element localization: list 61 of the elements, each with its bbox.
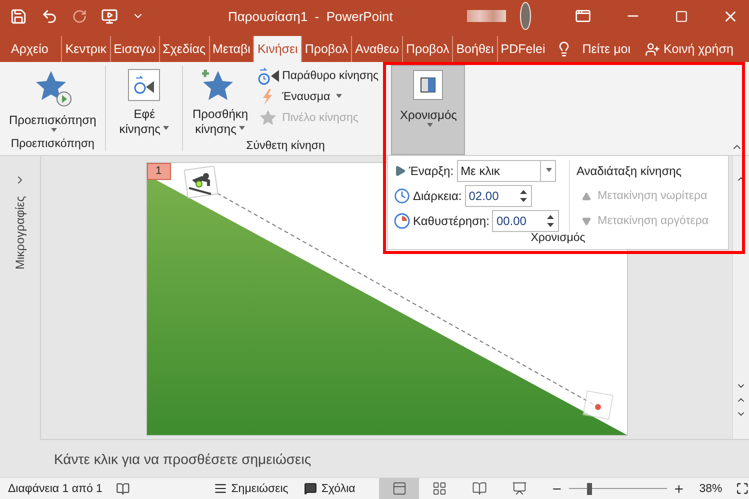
add-animation-button[interactable]: Προσθήκη κίνησης xyxy=(187,66,254,140)
spinner-arrows-icon[interactable] xyxy=(547,214,554,228)
undo-icon[interactable] xyxy=(41,8,58,24)
star-play-icon xyxy=(34,69,72,107)
group-label: Προεπισκόπηση xyxy=(10,138,96,151)
notes-icon xyxy=(214,482,228,495)
clock-icon xyxy=(394,188,410,204)
save-icon[interactable] xyxy=(10,8,27,24)
redo-icon[interactable] xyxy=(72,8,87,24)
slider-thumb[interactable] xyxy=(586,482,592,494)
ribbon-display-icon[interactable] xyxy=(575,8,591,24)
start-label: Έναρξη: xyxy=(409,164,454,178)
down-triangle-icon xyxy=(582,216,592,226)
delay-clock-icon xyxy=(394,213,410,229)
effect-options-icon xyxy=(128,69,160,101)
delay-label: Καθυστέρηση: xyxy=(413,214,490,228)
notes-button[interactable]: Σημειώσεις xyxy=(206,478,296,499)
ribbon-command[interactable]: Παράθυρο κίνησης xyxy=(257,66,379,86)
zoom-in-icon[interactable] xyxy=(673,482,686,494)
group-label: Σύνθετη κίνηση xyxy=(245,140,326,152)
slide-counter: Διαφάνεια 1 από 1 xyxy=(8,482,102,494)
animation-pane-icon xyxy=(257,67,280,85)
duration-label: Διάρκεια: xyxy=(413,189,462,203)
window-title: Παρουσίαση1 - PowerPoint xyxy=(228,8,393,24)
timing-button[interactable]: Χρονισμός xyxy=(391,65,466,155)
skier-icon xyxy=(184,166,220,200)
up-triangle-icon xyxy=(582,192,592,200)
presentation-icon xyxy=(512,481,527,496)
blurred-account-name xyxy=(466,10,506,22)
group-label: Χρονισμός xyxy=(530,232,586,246)
timing-icon xyxy=(413,70,444,100)
zoom-percentage[interactable]: 38% xyxy=(699,482,722,494)
share-button[interactable]: Κοινή χρήση xyxy=(644,36,734,62)
ribbon-tab[interactable]: Προβολ xyxy=(402,36,452,62)
book-icon xyxy=(472,481,487,496)
normal-view-icon xyxy=(392,481,407,496)
play-icon xyxy=(394,165,406,177)
grid-view-icon xyxy=(432,481,447,496)
fit-slide-icon[interactable] xyxy=(736,482,749,495)
ribbon-command[interactable]: Έναυσμα xyxy=(257,87,379,107)
preview-button[interactable]: Προεπισκόπηση xyxy=(4,66,102,138)
person-plus-icon xyxy=(644,42,660,56)
effect-options-button[interactable]: Εφέ κίνησης xyxy=(114,66,174,140)
avatar[interactable] xyxy=(520,2,531,30)
delay-spinner[interactable]: 00.00 xyxy=(492,210,560,232)
maximize-icon[interactable] xyxy=(675,10,688,22)
comments-button[interactable]: Σχόλια xyxy=(296,478,364,499)
comment-icon xyxy=(304,482,318,495)
ribbon-tab[interactable]: Αρχείο xyxy=(8,36,52,62)
spinner-arrows-icon[interactable] xyxy=(520,189,527,203)
ribbon-tab[interactable]: Κινήσει xyxy=(253,36,301,62)
ribbon-tab[interactable]: PDFelei xyxy=(496,36,548,62)
animation-number-tag: 1 xyxy=(146,163,170,180)
duration-spinner[interactable]: 02.00 xyxy=(464,185,532,207)
start-dropdown[interactable]: Με κλικ xyxy=(456,160,556,182)
slideshow-icon[interactable] xyxy=(101,8,118,24)
thumbnails-label: Μικρογραφίες xyxy=(13,196,27,270)
ribbon-tab[interactable]: Βοήθει xyxy=(452,36,497,62)
view-button[interactable] xyxy=(379,478,420,499)
tell-me-field[interactable]: Πείτε μοι xyxy=(582,36,631,62)
reorder-title: Αναδιάταξη κίνησης xyxy=(576,163,683,180)
